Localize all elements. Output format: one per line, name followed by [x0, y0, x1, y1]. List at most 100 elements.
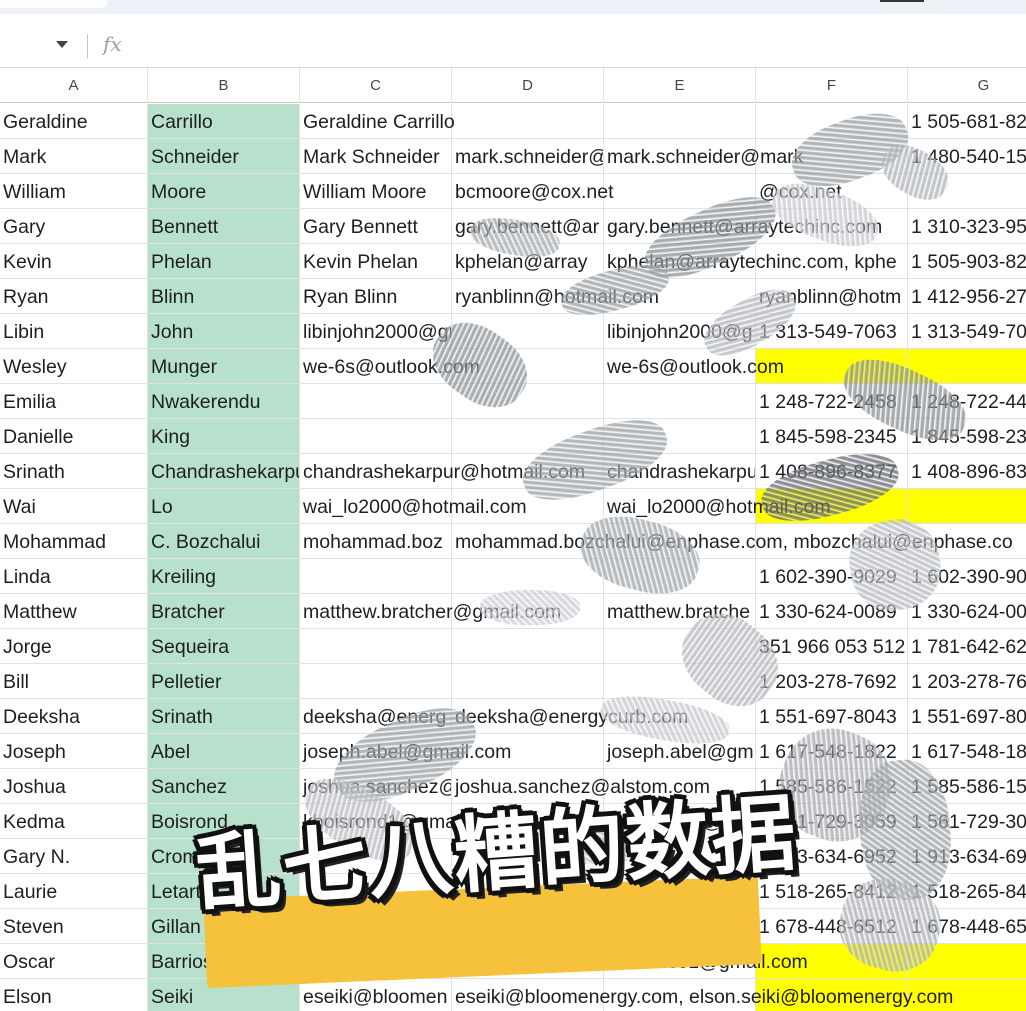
cell-c[interactable]: matthew.bratcher@gmail.com	[300, 594, 561, 629]
cell-c[interactable]	[300, 559, 452, 594]
cell-g[interactable]: 1 678-448-65	[908, 909, 1026, 944]
cell-f[interactable]: 1 845-598-2345	[756, 419, 908, 454]
cell-c[interactable]: wai_lo2000@hotmail.com	[300, 489, 527, 524]
cell-c[interactable]: mohammad.boz	[300, 524, 452, 559]
cell-c[interactable]: we-6s@outlook.com	[300, 349, 480, 384]
cell-a[interactable]: Srinath	[0, 454, 148, 489]
name-box-dropdown[interactable]	[52, 38, 72, 52]
cell-a[interactable]: Oscar	[0, 944, 148, 979]
cell-g[interactable]: 1 913-634-69	[908, 839, 1026, 874]
cell-b[interactable]: Phelan	[148, 244, 300, 279]
cell-e[interactable]: libinjohn2000@g	[604, 314, 756, 349]
cell-g[interactable]: 1 313-549-70	[908, 314, 1026, 349]
cell-g[interactable]: 1 781-642-62	[908, 629, 1026, 664]
cell-c[interactable]	[300, 629, 452, 664]
cell-b[interactable]: Kreiling	[148, 559, 300, 594]
cell-g[interactable]: 1 518-265-84	[908, 874, 1026, 909]
cell-c[interactable]: eseiki@bloomen	[300, 979, 452, 1011]
cell-c[interactable]: joshua.sanchez@	[300, 769, 452, 804]
column-header-c[interactable]: C	[300, 68, 452, 103]
cell-b[interactable]: Blinn	[148, 279, 300, 314]
cell-e[interactable]: matthew.bratche	[604, 594, 756, 629]
cell-b[interactable]: Srinath	[148, 699, 300, 734]
column-header-b[interactable]: B	[148, 68, 300, 103]
cell-g[interactable]: 1 561-729-30	[908, 804, 1026, 839]
cell-d[interactable]	[452, 384, 604, 419]
cell-c[interactable]: Ryan Blinn	[300, 279, 452, 314]
cell-c[interactable]: Gary Bennett	[300, 209, 452, 244]
column-header-g[interactable]: G	[908, 68, 1026, 103]
cell-g[interactable]: 1 203-278-76	[908, 664, 1026, 699]
cell-f[interactable]: 351 966 053 512	[756, 629, 908, 664]
cell-g[interactable]	[908, 944, 1026, 979]
cell-c[interactable]: Mark Schneider	[300, 139, 452, 174]
cell-f[interactable]: 1 602-390-9029	[756, 559, 908, 594]
cell-e[interactable]: joseph.abel@gm	[604, 734, 756, 769]
cell-c[interactable]: deeksha@energ	[300, 699, 452, 734]
cell-f[interactable]: @cox.net	[756, 174, 908, 209]
cell-b[interactable]: Bennett	[148, 209, 300, 244]
cell-c[interactable]: Kevin Phelan	[300, 244, 452, 279]
cell-d[interactable]	[452, 559, 604, 594]
cell-g[interactable]: 1 412-956-27	[908, 279, 1026, 314]
cell-d[interactable]: mark.schneider@	[452, 139, 604, 174]
cell-a[interactable]: Joshua	[0, 769, 148, 804]
cell-f[interactable]: 1 203-278-7692	[756, 664, 908, 699]
cell-e[interactable]	[604, 104, 756, 139]
cell-b[interactable]: John	[148, 314, 300, 349]
cell-f[interactable]: 1 330-624-0089	[756, 594, 908, 629]
cell-b[interactable]: C. Bozchalui	[148, 524, 300, 559]
cell-f[interactable]: 1 313-549-7063	[756, 314, 908, 349]
cell-g[interactable]: 1 505-681-82	[908, 104, 1026, 139]
cell-e[interactable]: gary.bennett@arraytechinc.com	[604, 209, 882, 244]
cell-e[interactable]	[604, 384, 756, 419]
cell-e[interactable]: chandrashekarpu	[604, 454, 756, 489]
cell-g[interactable]: 1 408-896-83	[908, 454, 1026, 489]
cell-a[interactable]: Kedma	[0, 804, 148, 839]
cell-d[interactable]	[452, 629, 604, 664]
cell-b[interactable]: Nwakerendu	[148, 384, 300, 419]
cell-a[interactable]: Ryan	[0, 279, 148, 314]
cell-e[interactable]: kphelan@arraytechinc.com, kphe	[604, 244, 897, 279]
cell-d[interactable]: eseiki@bloomenergy.com, elson.seiki@bloo…	[452, 979, 953, 1011]
cell-g[interactable]: 1 551-697-80	[908, 699, 1026, 734]
cell-a[interactable]: Emilia	[0, 384, 148, 419]
cell-a[interactable]: Laurie	[0, 874, 148, 909]
cell-a[interactable]: Wai	[0, 489, 148, 524]
cell-d[interactable]	[452, 419, 604, 454]
cell-d[interactable]: mohammad.bozchalui@enphase.com, mbozchal…	[452, 524, 1013, 559]
cell-f[interactable]: 1 678-448-6512	[756, 909, 908, 944]
cell-b[interactable]: Schneider	[148, 139, 300, 174]
cell-c[interactable]: chandrashekarpur@hotmail.com	[300, 454, 585, 489]
cell-a[interactable]: Steven	[0, 909, 148, 944]
cell-a[interactable]: Matthew	[0, 594, 148, 629]
cell-e[interactable]	[604, 174, 756, 209]
cell-e[interactable]	[604, 629, 756, 664]
cell-d[interactable]: kphelan@array	[452, 244, 604, 279]
cell-c[interactable]: William Moore	[300, 174, 452, 209]
cell-c[interactable]: libinjohn2000@gmail.com	[300, 314, 452, 349]
cell-b[interactable]: Abel	[148, 734, 300, 769]
column-header-a[interactable]: A	[0, 68, 148, 103]
cell-e[interactable]: wai_lo2000@hotmail.com	[604, 489, 831, 524]
cell-g[interactable]: 1 845-598-23	[908, 419, 1026, 454]
cell-d[interactable]	[452, 664, 604, 699]
cell-g[interactable]: 1 602-390-90	[908, 559, 1026, 594]
cell-c[interactable]	[300, 419, 452, 454]
cell-b[interactable]: Sanchez	[148, 769, 300, 804]
cell-g[interactable]: 1 617-548-18	[908, 734, 1026, 769]
cell-g[interactable]: 1 505-903-82	[908, 244, 1026, 279]
cell-b[interactable]: King	[148, 419, 300, 454]
cell-d[interactable]: ryanblinn@hotmail.com	[452, 279, 659, 314]
cell-a[interactable]: Gary	[0, 209, 148, 244]
cell-g[interactable]: 1 480-540-15	[908, 139, 1026, 174]
cell-a[interactable]: Libin	[0, 314, 148, 349]
column-header-e[interactable]: E	[604, 68, 756, 103]
cell-d[interactable]	[452, 104, 604, 139]
cell-f[interactable]: 1 248-722-2458	[756, 384, 908, 419]
cell-a[interactable]: Bill	[0, 664, 148, 699]
cell-b[interactable]: Moore	[148, 174, 300, 209]
column-header-f[interactable]: F	[756, 68, 908, 103]
cell-g[interactable]	[908, 489, 1026, 524]
cell-e[interactable]: we-6s@outlook.com	[604, 349, 784, 384]
